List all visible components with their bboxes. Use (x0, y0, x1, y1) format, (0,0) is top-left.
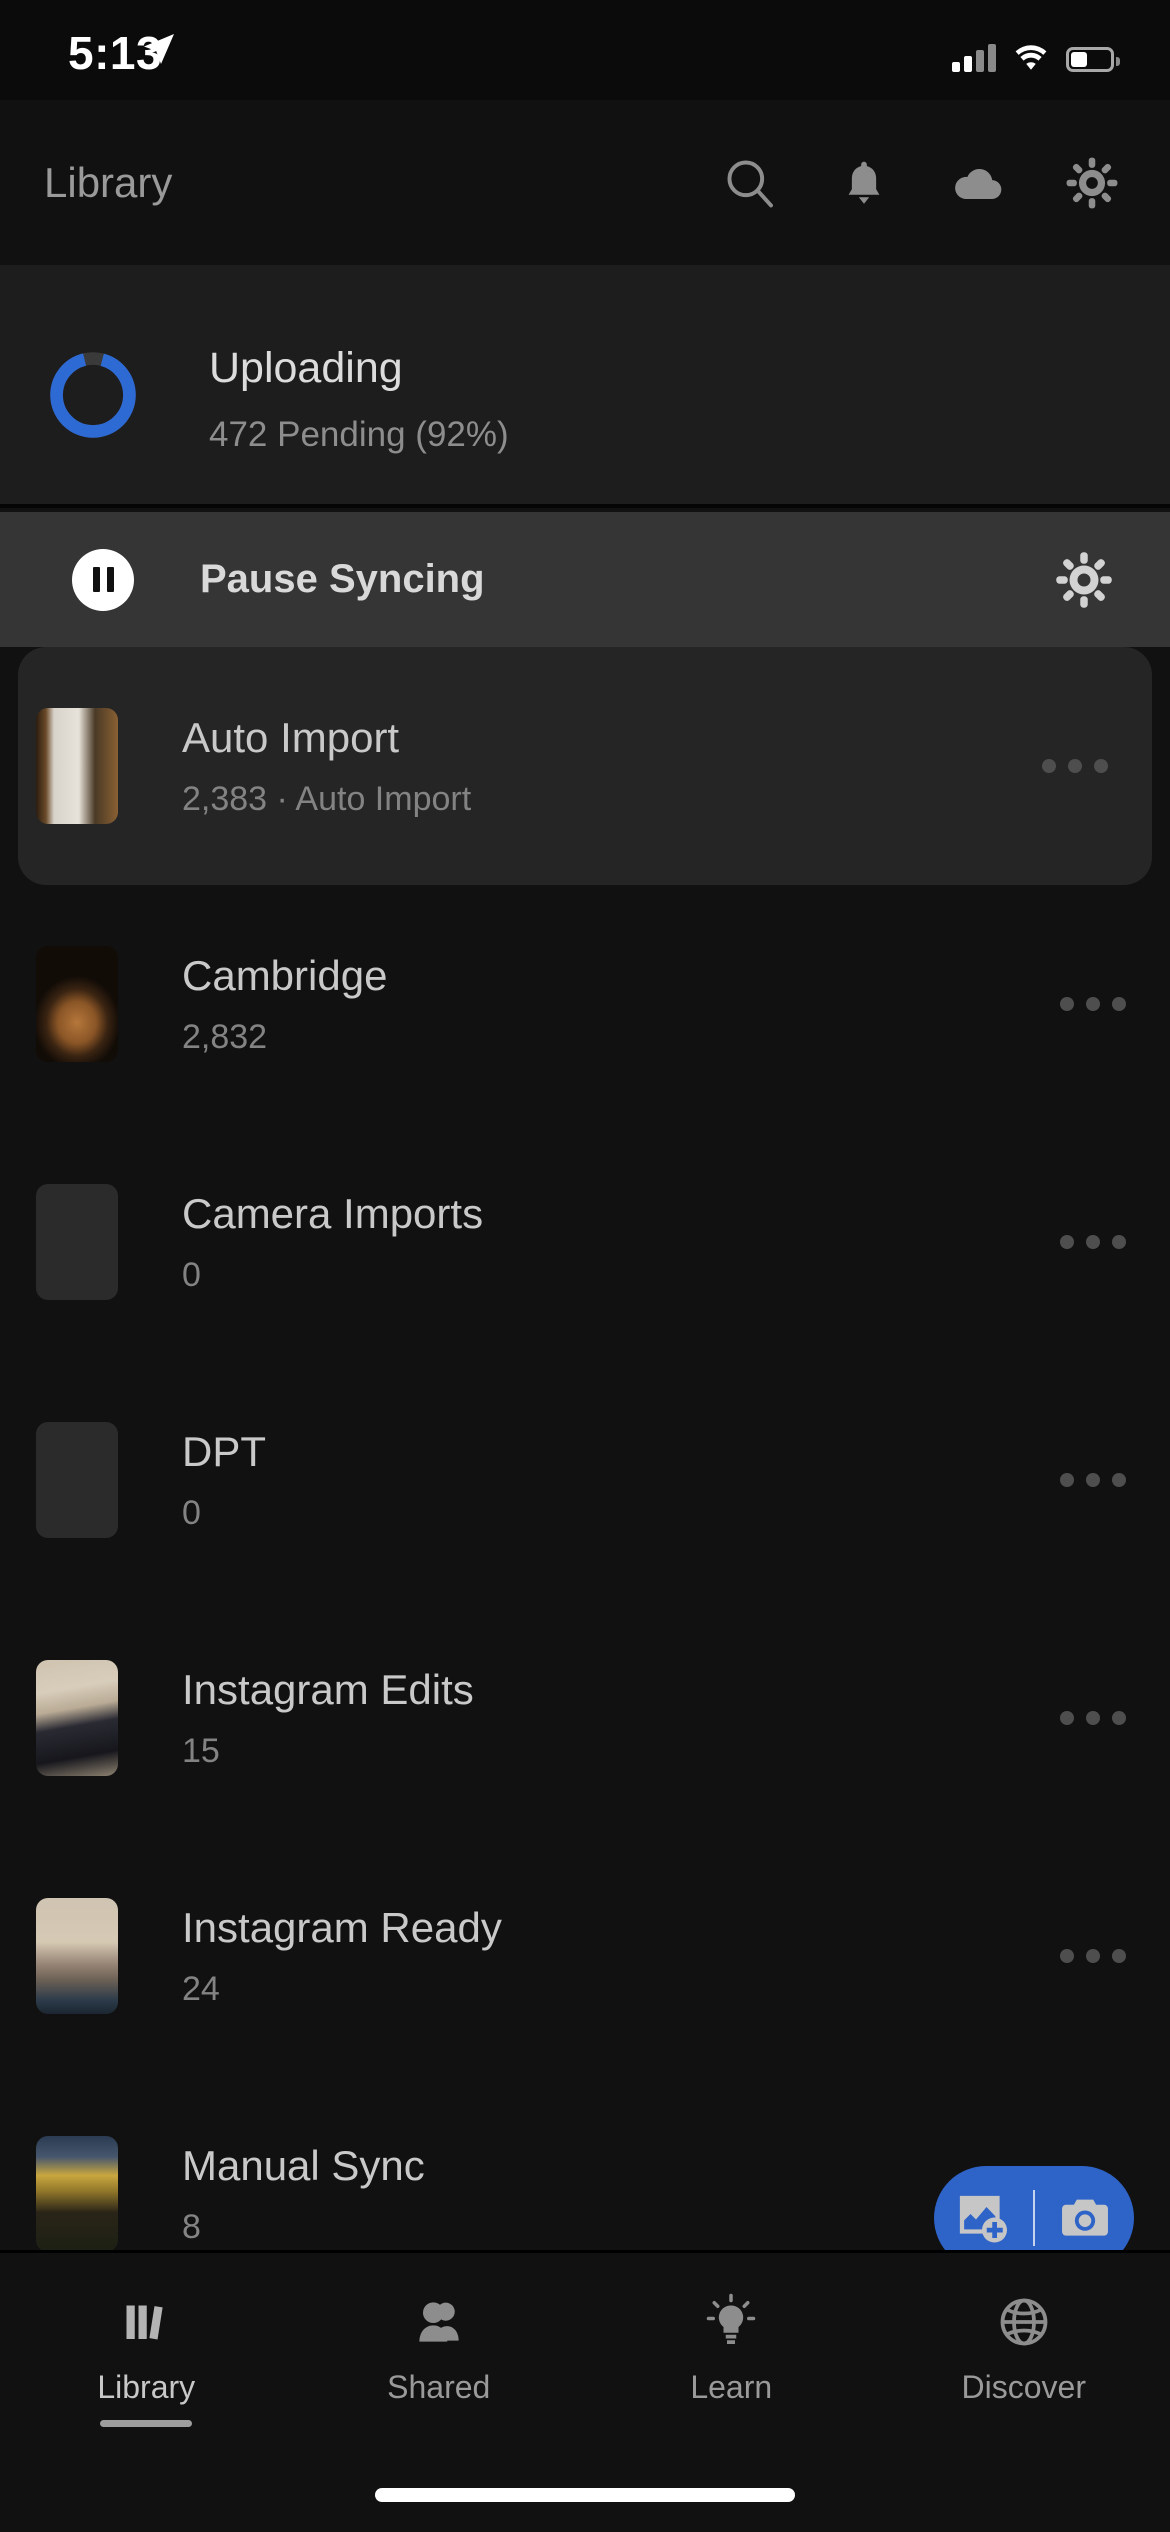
status-bar: 5:13 (0, 0, 1170, 100)
album-title: Auto Import (182, 714, 400, 762)
app-screen: 5:13 Library Uploading 472 Pending (92%)… (0, 0, 1170, 2532)
tab-learn[interactable]: Learn (585, 2289, 878, 2406)
album-row[interactable]: Auto Import 2,383 · Auto Import (18, 647, 1152, 885)
tab-library[interactable]: Library (0, 2289, 293, 2427)
battery-icon (1066, 47, 1120, 72)
home-indicator (375, 2488, 795, 2502)
album-text: Camera Imports 0 (182, 1189, 1060, 1294)
fab-divider (1032, 2190, 1036, 2246)
header-actions (712, 145, 1130, 221)
tab-library-label: Library (97, 2369, 196, 2405)
upload-status-panel (0, 265, 1170, 508)
album-thumbnail (36, 1184, 118, 1300)
cellular-signal-icon (952, 44, 996, 72)
album-title: Manual Sync (182, 2142, 425, 2190)
tab-learn-label: Learn (690, 2369, 773, 2405)
people-icon (408, 2289, 470, 2355)
status-bar-indicators (952, 30, 1120, 72)
album-row[interactable]: Camera Imports 0 (0, 1123, 1170, 1361)
album-thumbnail (36, 708, 118, 824)
album-text: Instagram Ready 24 (182, 1903, 1060, 2008)
album-row[interactable]: Instagram Edits 15 (0, 1599, 1170, 1837)
tab-active-underline (100, 2420, 193, 2427)
pause-icon[interactable] (72, 548, 134, 611)
album-row[interactable]: DPT 0 (0, 1361, 1170, 1599)
album-overflow-menu-icon[interactable] (1060, 1235, 1130, 1249)
album-thumbnail (36, 1898, 118, 2014)
album-overflow-menu-icon[interactable] (1060, 1949, 1130, 1963)
app-header: Library (0, 100, 1170, 265)
album-text: Cambridge 2,832 (182, 951, 1060, 1056)
pause-syncing-label: Pause Syncing (200, 557, 485, 601)
album-thumbnail (36, 1422, 118, 1538)
tab-discover[interactable]: Discover (878, 2289, 1170, 2406)
album-count: 8 (182, 2207, 201, 2246)
upload-status-title: Uploading (209, 344, 403, 392)
bottom-tab-bar[interactable]: Library Shared Learn Discover (0, 2250, 1170, 2532)
album-title: Instagram Edits (182, 1666, 474, 1714)
album-title: Cambridge (182, 952, 388, 1000)
album-title: Instagram Ready (182, 1904, 502, 1952)
album-text: DPT 0 (182, 1427, 1060, 1532)
album-overflow-menu-icon[interactable] (1060, 997, 1130, 1011)
album-count: 15 (182, 1731, 220, 1770)
books-icon (116, 2289, 176, 2355)
pause-syncing-bar[interactable]: Pause Syncing (0, 512, 1170, 647)
album-thumbnail (36, 946, 118, 1062)
cloud-icon[interactable] (940, 145, 1016, 221)
sync-settings-gear-icon[interactable] (1046, 542, 1122, 618)
bell-icon[interactable] (826, 145, 902, 221)
album-row[interactable]: Instagram Ready 24 (0, 1837, 1170, 2075)
album-text: Manual Sync 8 (182, 2141, 1060, 2246)
album-count: 2,832 (182, 1017, 268, 1056)
album-overflow-menu-icon[interactable] (1042, 759, 1112, 773)
album-title: DPT (182, 1428, 266, 1476)
bulb-icon (701, 2289, 761, 2355)
album-count: 0 (182, 1255, 201, 1294)
globe-icon (994, 2289, 1054, 2355)
tab-shared-label: Shared (387, 2369, 491, 2405)
location-arrow-icon (144, 34, 174, 64)
album-overflow-menu-icon[interactable] (1060, 1473, 1130, 1487)
album-text: Auto Import 2,383 · Auto Import (182, 713, 1042, 818)
album-row[interactable]: Cambridge 2,832 (0, 885, 1170, 1123)
album-count: 0 (182, 1493, 201, 1532)
gear-icon[interactable] (1054, 145, 1130, 221)
tab-discover-label: Discover (961, 2369, 1086, 2405)
album-title: Camera Imports (182, 1190, 484, 1238)
album-count: 24 (182, 1969, 220, 2008)
page-title: Library (44, 158, 173, 206)
album-count: 2,383 · Auto Import (182, 779, 472, 818)
wifi-icon (1015, 45, 1047, 70)
album-thumbnail (36, 1660, 118, 1776)
tab-shared[interactable]: Shared (293, 2289, 586, 2406)
upload-progress-ring (50, 352, 136, 438)
album-thumbnail (36, 2136, 118, 2250)
album-list[interactable]: Auto Import 2,383 · Auto Import Cambridge 2… (0, 647, 1170, 2250)
upload-status-subtitle: 472 Pending (92%) (209, 415, 509, 454)
album-overflow-menu-icon[interactable] (1060, 1711, 1130, 1725)
search-icon[interactable] (712, 145, 788, 221)
album-text: Instagram Edits 15 (182, 1665, 1060, 1770)
